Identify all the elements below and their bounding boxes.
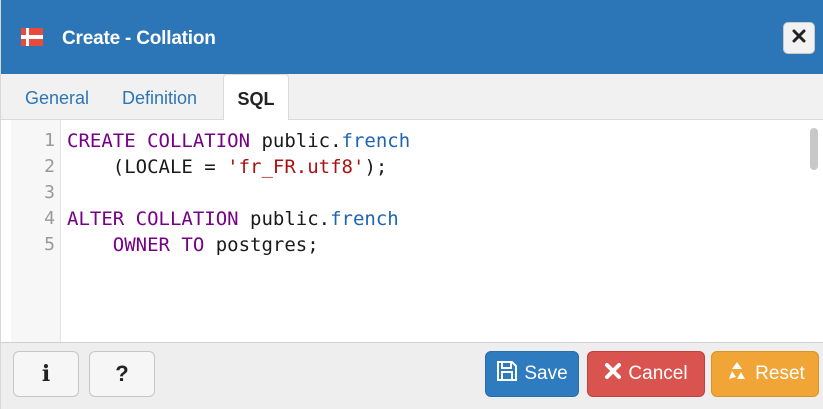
schema-name: public. [250, 130, 342, 152]
recycle-icon [725, 359, 749, 389]
schema-name: public. [238, 208, 331, 230]
sql-keyword: CREATE COLLATION [67, 130, 251, 152]
cancel-label: Cancel [628, 363, 688, 384]
locale-string: 'fr_FR.utf8' [227, 156, 365, 178]
collation-icon [21, 28, 43, 46]
line-number: 5 [44, 234, 55, 255]
sql-code-area[interactable]: CREATE COLLATION public.french (LOCALE =… [61, 120, 806, 342]
dialog-title: Create - Collation [62, 28, 216, 49]
tab-sql[interactable]: SQL [223, 74, 289, 121]
help-icon: ? [115, 361, 129, 386]
collation-name: french [330, 208, 399, 230]
info-icon: i [41, 361, 51, 387]
tab-bar: General Definition SQL [1, 74, 823, 121]
close-icon [792, 29, 806, 48]
reset-label: Reset [755, 363, 805, 384]
save-button[interactable]: Save [485, 351, 579, 397]
line-number: 2 [44, 156, 55, 177]
sql-keyword: OWNER TO [112, 234, 205, 256]
cancel-icon [604, 362, 622, 386]
save-label: Save [524, 363, 568, 384]
line-number: 3 [44, 182, 55, 203]
close-button[interactable] [783, 22, 815, 54]
code-line-1: CREATE COLLATION public.french [67, 128, 410, 154]
save-icon [496, 360, 518, 388]
dialog-footer: i ? Save Cancel Reset [1, 342, 823, 409]
code-line-4: ALTER COLLATION public.french [67, 206, 399, 232]
cancel-button[interactable]: Cancel [587, 351, 705, 397]
scrollbar-thumb[interactable] [810, 128, 818, 170]
statement-end: ); [364, 156, 388, 178]
editor-scrollbar[interactable] [806, 120, 823, 342]
sql-keyword: ALTER COLLATION [67, 208, 239, 230]
code-line-2: (LOCALE = 'fr_FR.utf8'); [67, 154, 388, 180]
owner-name: postgres; [204, 234, 319, 256]
reset-button[interactable]: Reset [711, 351, 819, 397]
tab-general[interactable]: General [25, 74, 89, 120]
dialog-titlebar[interactable]: Create - Collation [1, 0, 823, 74]
line-number: 1 [44, 130, 55, 151]
locale-clause: (LOCALE = [67, 156, 228, 178]
line-number-gutter: 1 2 3 4 5 [11, 120, 61, 342]
code-line-5: OWNER TO postgres; [67, 232, 319, 258]
create-collation-dialog: Create - Collation General Definition SQ… [0, 0, 823, 409]
line-number: 4 [44, 208, 55, 229]
collation-name: french [341, 130, 411, 152]
info-button[interactable]: i [13, 351, 79, 397]
sql-editor[interactable]: 1 2 3 4 5 CREATE COLLATION public.french… [11, 120, 823, 342]
tab-definition[interactable]: Definition [122, 74, 197, 120]
help-button[interactable]: ? [89, 351, 155, 397]
